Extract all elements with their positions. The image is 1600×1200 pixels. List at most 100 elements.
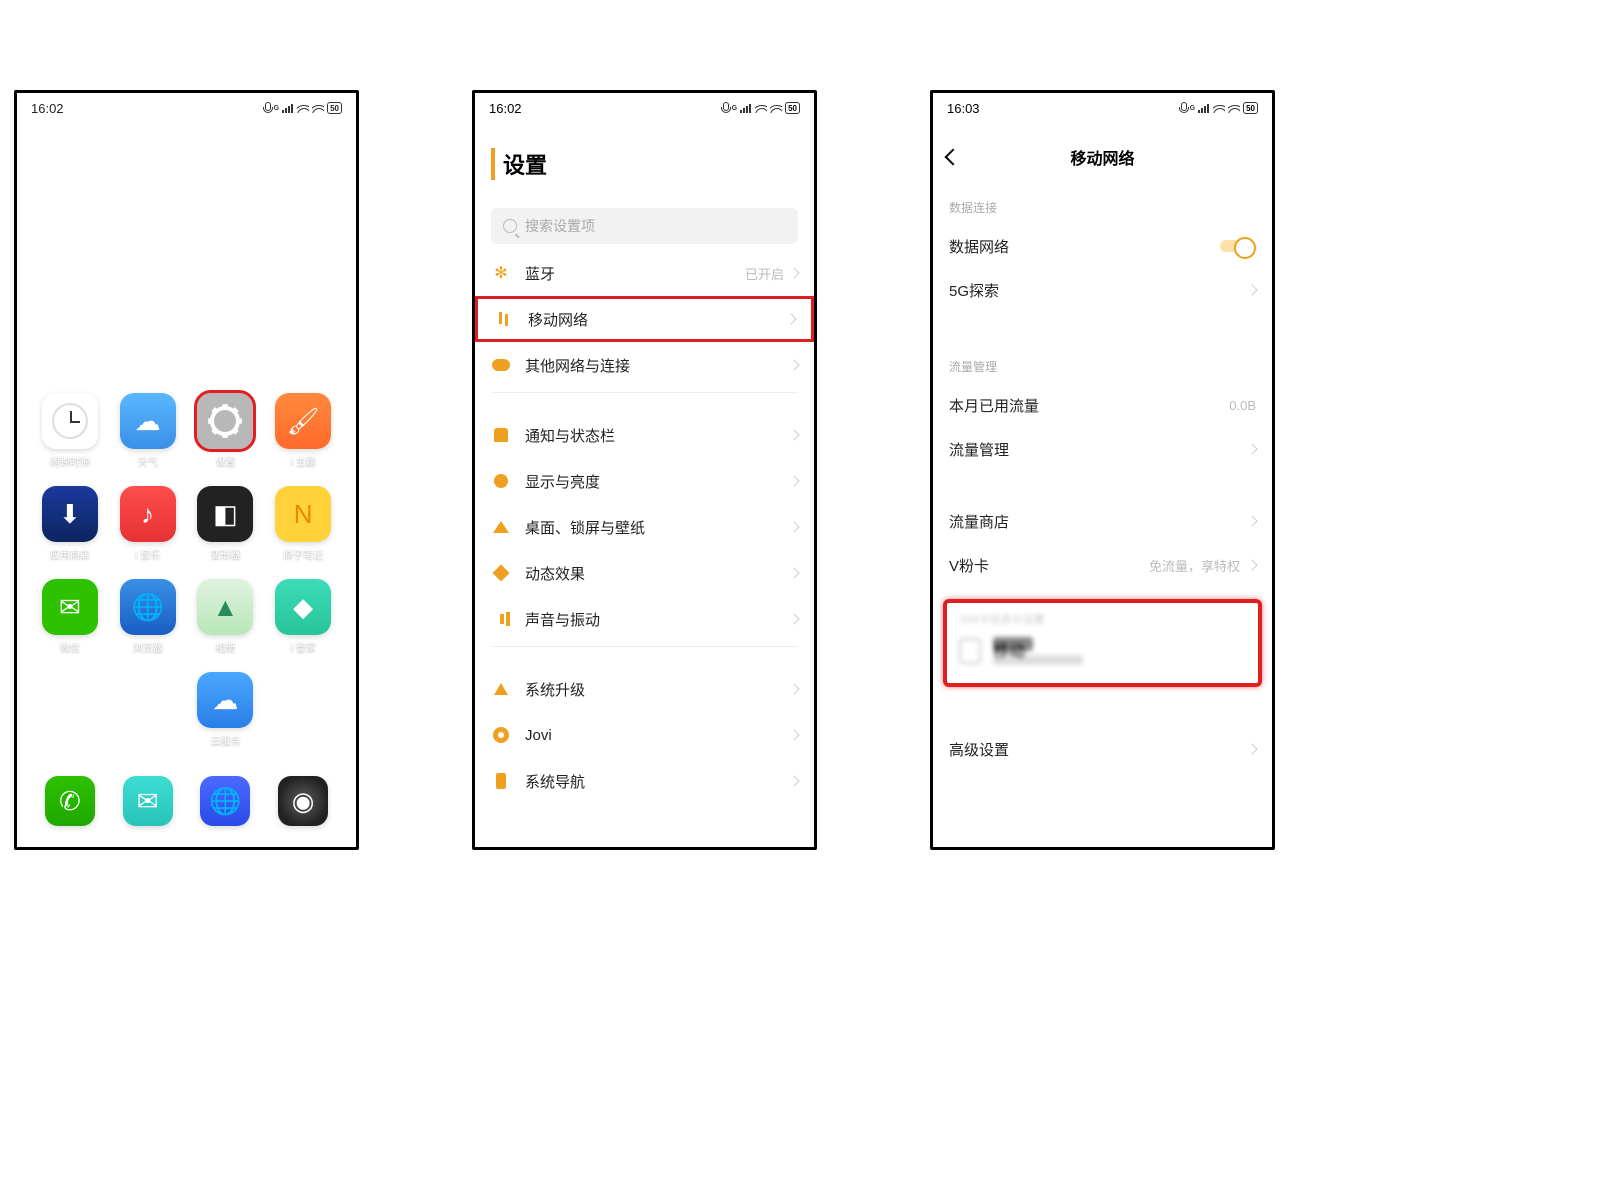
battery-icon: 50 <box>785 102 800 114</box>
cloud-icon: ☁ <box>197 672 253 728</box>
app-guard[interactable]: ◆ i 管家 <box>264 579 342 654</box>
row-right <box>787 315 795 323</box>
row-sim-card[interactable]: 移动 <box>953 633 1252 669</box>
app-appstore[interactable]: ⬇ 应用商店 <box>31 486 109 561</box>
row-hint: 免流量，享特权 <box>1149 556 1240 575</box>
row-data-network[interactable]: 数据网络 <box>933 224 1272 268</box>
settings-row-jovi[interactable]: Jovi <box>491 712 798 758</box>
row-5g[interactable]: 5G探索 <box>933 268 1272 312</box>
settings-row-navigation[interactable]: 系统导航 <box>491 758 798 804</box>
page-header: 移动网络 <box>933 133 1272 181</box>
row-traffic-mgmt[interactable]: 流量管理 <box>933 427 1272 471</box>
chevron-right-icon <box>1246 515 1257 526</box>
app-label: 设置 <box>215 453 235 468</box>
wifi-icon <box>755 103 767 113</box>
app-notes[interactable]: N原子笔记 <box>264 486 342 561</box>
phone-home-screen: 16:02 G 50 闹钟时钟☁天气设置🖌i 主题⬇应用商店♪i 音乐◧变形器N… <box>14 90 359 850</box>
settings-row-home-lock[interactable]: 桌面、锁屏与壁纸 <box>491 504 798 550</box>
bluetooth-icon: ✻ <box>491 263 511 283</box>
row-label: 动态效果 <box>525 563 585 584</box>
network-g-icon: G <box>1190 105 1195 112</box>
page-indicator[interactable] <box>17 747 356 752</box>
dock-sms[interactable]: ✉ <box>123 776 173 826</box>
app-clock[interactable]: 闹钟时钟 <box>31 393 109 468</box>
app-label: 应用商店 <box>50 546 90 561</box>
dock-phone[interactable]: ✆ <box>45 776 95 826</box>
row-label: Jovi <box>525 727 552 744</box>
status-time: 16:03 <box>947 101 980 116</box>
chevron-right-icon <box>788 359 799 370</box>
row-label: 通知与状态栏 <box>525 425 615 446</box>
app-cloud[interactable]: ☁云服务 <box>187 672 265 747</box>
settings-row-display[interactable]: 显示与亮度 <box>491 458 798 504</box>
row-vcard[interactable]: V粉卡 免流量，享特权 <box>933 543 1272 587</box>
row-label: 桌面、锁屏与壁纸 <box>525 517 645 538</box>
notification-icon <box>491 425 511 445</box>
section-label-traffic: 流量管理 <box>933 340 1272 383</box>
back-button[interactable] <box>945 149 962 166</box>
row-traffic-store[interactable]: 流量商店 <box>933 499 1272 543</box>
settings-row-sound[interactable]: 声音与振动 <box>491 596 798 642</box>
highlighted-sim-section[interactable]: SIM卡信息与设置 移动 <box>943 599 1262 687</box>
app-theme[interactable]: 🖌i 主题 <box>264 393 342 468</box>
app-browser[interactable]: 🌐浏览器 <box>109 579 187 654</box>
row-advanced[interactable]: 高级设置 <box>933 727 1272 771</box>
search-input[interactable]: 搜索设置项 <box>491 208 798 244</box>
appstore-icon: ⬇ <box>42 486 98 542</box>
display-icon <box>491 471 511 491</box>
status-time: 16:02 <box>31 101 64 116</box>
settings-row-mobile-network[interactable]: 移动网络 <box>475 296 814 342</box>
search-placeholder: 搜索设置项 <box>525 216 595 236</box>
network-g-icon: G <box>274 105 279 112</box>
chevron-right-icon <box>788 521 799 532</box>
app-weather[interactable]: ☁天气 <box>109 393 187 468</box>
mic-icon <box>1179 102 1187 114</box>
row-label: V粉卡 <box>949 555 989 576</box>
settings-icon <box>197 393 253 449</box>
app-music[interactable]: ♪i 音乐 <box>109 486 187 561</box>
wifi-icon-2 <box>1228 103 1240 113</box>
row-right <box>790 731 798 739</box>
row-right <box>790 569 798 577</box>
section-divider <box>491 392 798 412</box>
settings-row-dynamic[interactable]: 动态效果 <box>491 550 798 596</box>
row-label: 流量商店 <box>949 511 1009 532</box>
battery-icon: 50 <box>1243 102 1258 114</box>
row-right <box>790 523 798 531</box>
row-value: 已开启 <box>745 264 784 283</box>
phone-mobile-network-screen: 16:03 G 50 移动网络 数据连接 数据网络 5G探索 流量管理 本月已用… <box>930 90 1275 850</box>
theme-icon: 🖌 <box>275 393 331 449</box>
system-update-icon <box>491 679 511 699</box>
app-gallery[interactable]: ▲相册 <box>187 579 265 654</box>
app-transform[interactable]: ◧变形器 <box>187 486 265 561</box>
row-label: 高级设置 <box>949 739 1009 760</box>
wifi-icon-2 <box>312 103 324 113</box>
signal-icon <box>740 103 752 113</box>
sim-icon <box>959 638 981 664</box>
settings-row-bluetooth[interactable]: ✻蓝牙已开启 <box>491 250 798 296</box>
chevron-right-icon <box>1246 443 1257 454</box>
app-wechat[interactable]: ✉微信 <box>31 579 109 654</box>
chevron-right-icon <box>788 775 799 786</box>
status-icons: G 50 <box>721 102 800 114</box>
settings-row-notification[interactable]: 通知与状态栏 <box>491 412 798 458</box>
wifi-icon-2 <box>770 103 782 113</box>
settings-row-other-network[interactable]: 其他网络与连接 <box>491 342 798 388</box>
app-settings[interactable]: 设置 <box>187 393 265 468</box>
dock-globe[interactable]: 🌐 <box>200 776 250 826</box>
chevron-right-icon <box>1246 559 1257 570</box>
chevron-right-icon <box>788 729 799 740</box>
row-month-used[interactable]: 本月已用流量 0.0B <box>933 383 1272 427</box>
row-label: 5G探索 <box>949 280 999 301</box>
toggle-on-icon[interactable] <box>1220 236 1256 256</box>
guard-icon: ◆ <box>275 579 331 635</box>
other-network-icon <box>491 355 511 375</box>
app-label: i 管家 <box>291 639 316 654</box>
app-grid: 闹钟时钟☁天气设置 🖌i 主题 ⬇ 应用商店 ♪i 音乐◧变形器N原子笔记 ✉微信🌐浏览器… <box>17 393 356 747</box>
dock-camera[interactable]: ◉ <box>278 776 328 826</box>
row-right <box>790 777 798 785</box>
status-time: 16:02 <box>489 101 522 116</box>
row-label: 数据网络 <box>949 236 1009 257</box>
wifi-icon <box>297 103 309 113</box>
settings-row-system-update[interactable]: 系统升级 <box>491 666 798 712</box>
